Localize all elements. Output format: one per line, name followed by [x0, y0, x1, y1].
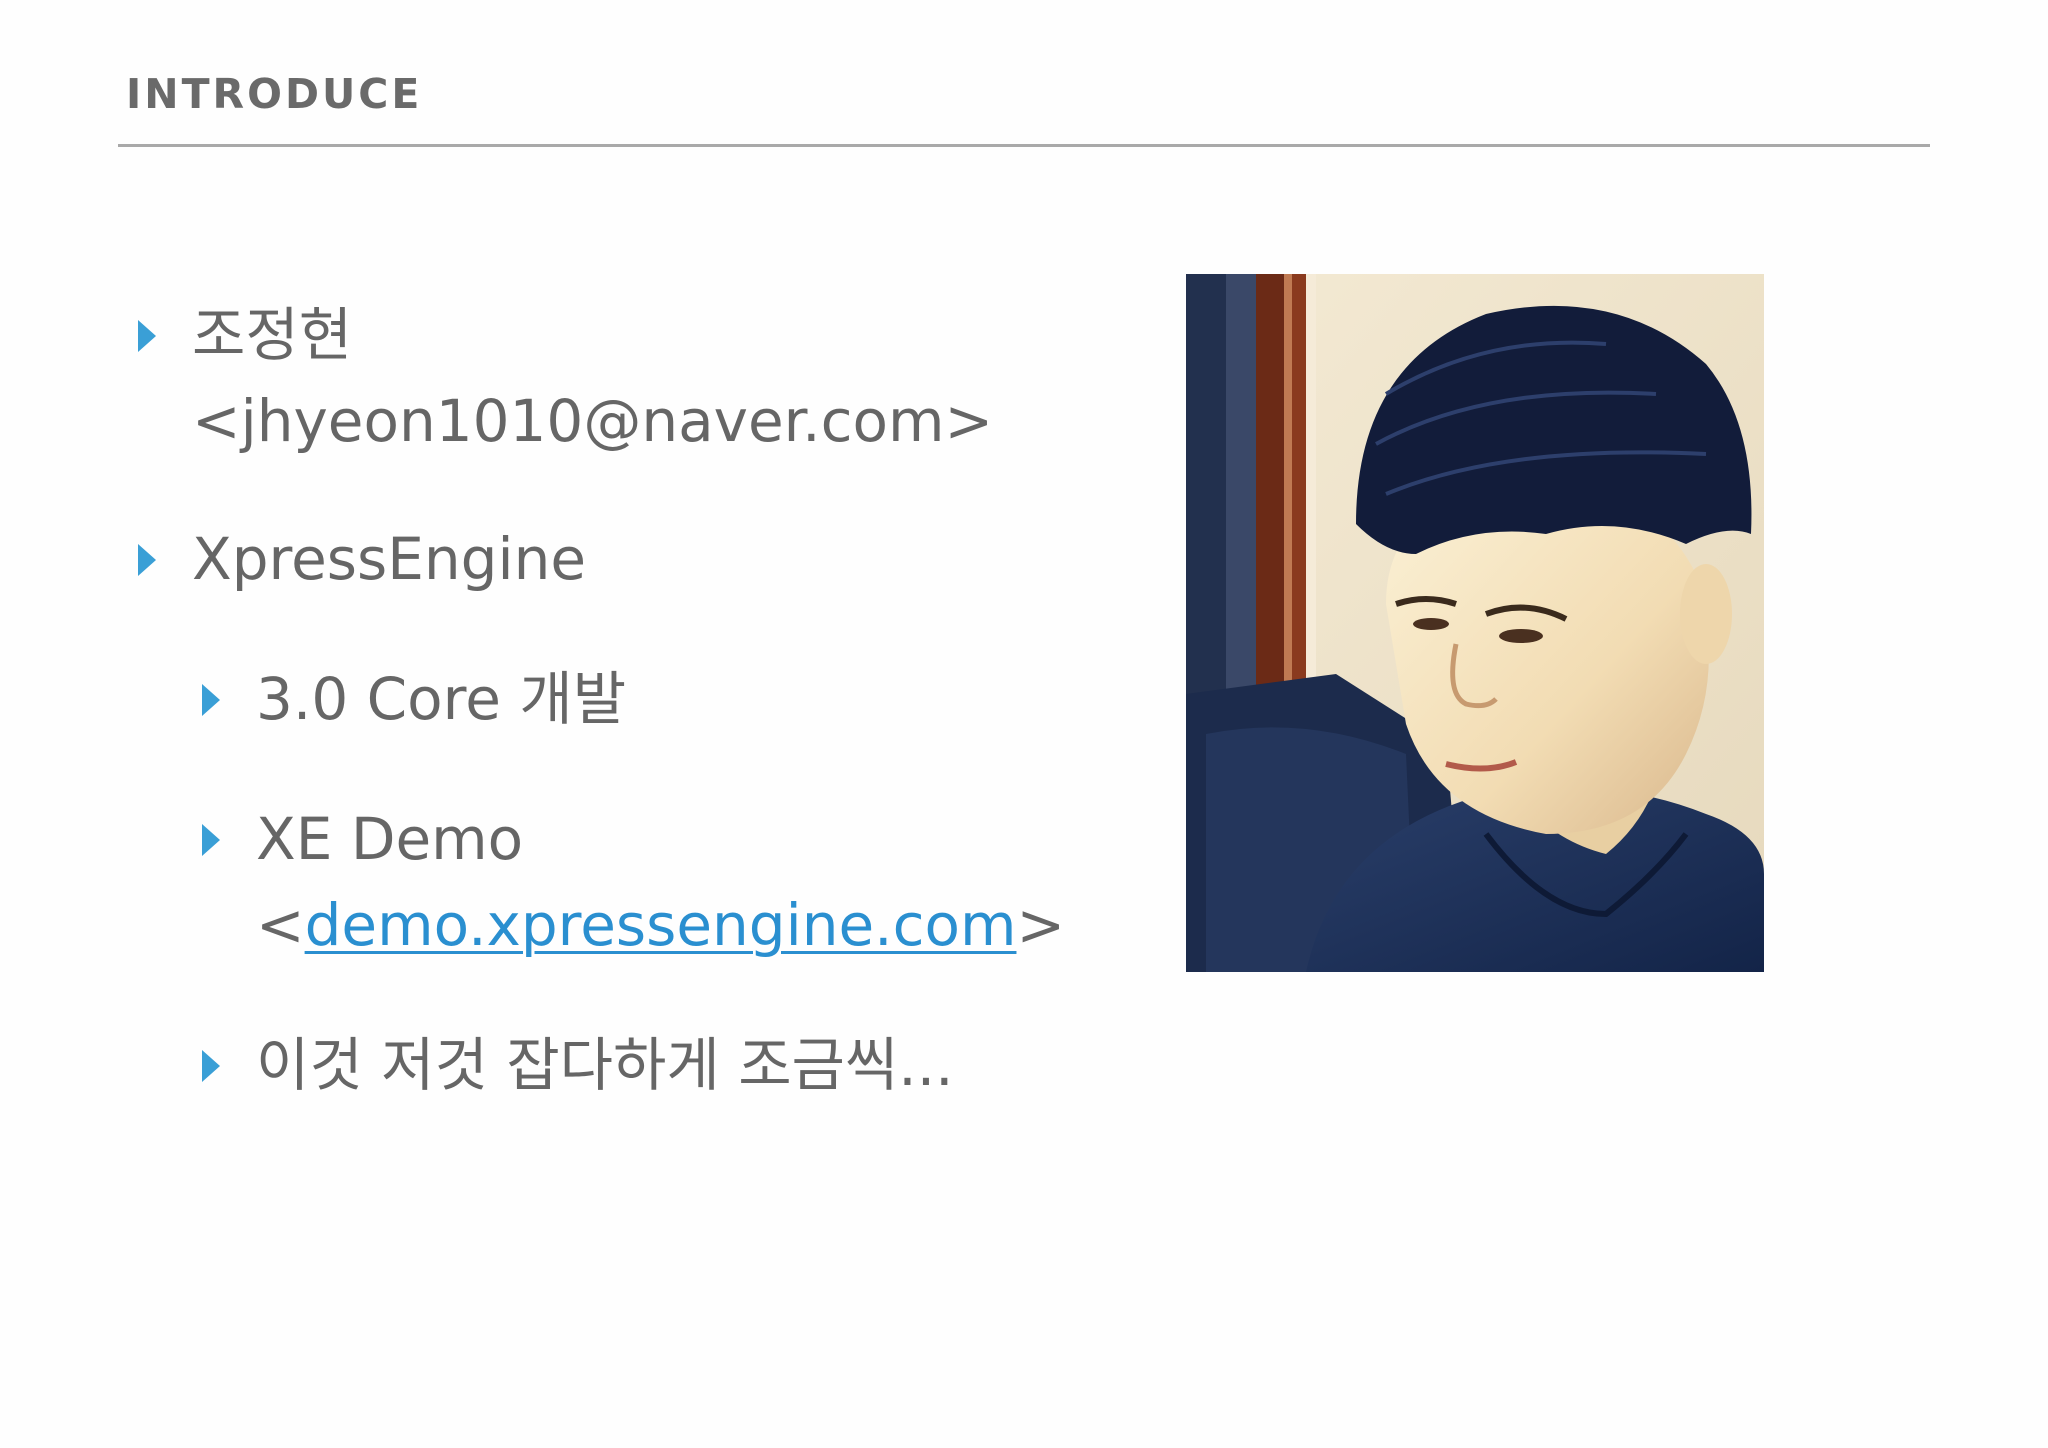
sub-bullet-misc: 이것 저것 잡다하게 조금씩...	[202, 1022, 954, 1108]
sub-bullet-core: 3.0 Core 개발	[202, 656, 626, 742]
bullet-item-name: 조정현 <jhyeon1010@naver.com>	[138, 292, 993, 464]
triangle-right-icon	[138, 320, 156, 352]
triangle-right-icon	[202, 1050, 220, 1082]
triangle-right-icon	[202, 684, 220, 716]
profile-photo-illustration	[1186, 274, 1764, 972]
profile-photo	[1186, 274, 1764, 972]
bullet-text: XpressEngine	[192, 525, 587, 593]
sub-bullet-demo: XE Demo <demo.xpressengine.com>	[202, 796, 1065, 968]
triangle-right-icon	[138, 544, 156, 576]
bullet-item-xpressengine: XpressEngine	[138, 516, 586, 602]
link-suffix: >	[1016, 891, 1066, 959]
demo-link-line: <demo.xpressengine.com>	[256, 882, 1065, 968]
slide: INTRODUCE 조정현 <jhyeon1010@naver.com> Xpr…	[0, 0, 2048, 1448]
demo-link[interactable]: demo.xpressengine.com	[305, 891, 1017, 959]
sub-bullet-text: XE Demo	[256, 805, 524, 873]
author-email: <jhyeon1010@naver.com>	[192, 387, 994, 455]
sub-bullet-text: 이것 저것 잡다하게 조금씩...	[256, 1031, 954, 1099]
bullet-list: 조정현 <jhyeon1010@naver.com> XpressEngine …	[0, 0, 1140, 1448]
triangle-right-icon	[202, 824, 220, 856]
link-prefix: <	[256, 891, 305, 959]
sub-bullet-text: 3.0 Core 개발	[256, 665, 627, 733]
author-name: 조정현	[192, 301, 353, 369]
